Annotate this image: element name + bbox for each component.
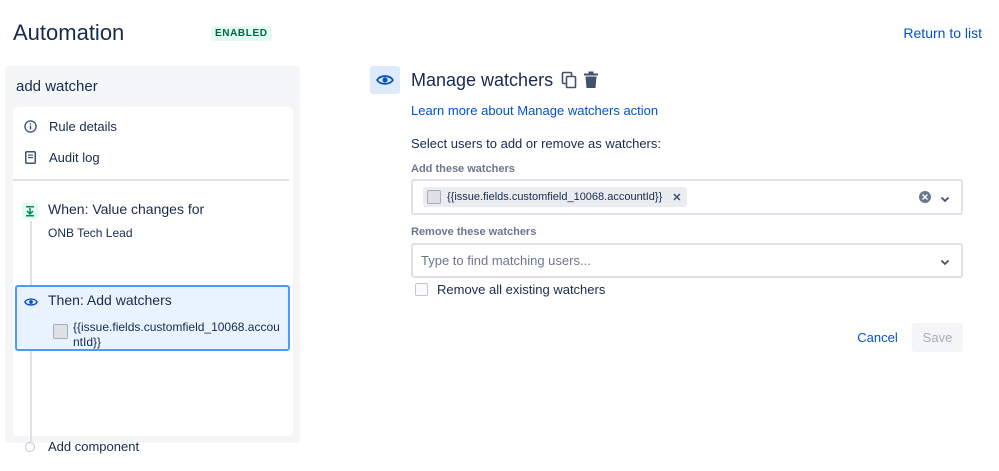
add-component-dot-icon xyxy=(25,442,35,452)
add-watchers-select[interactable]: {{issue.fields.customfield_10068.account… xyxy=(411,179,963,215)
add-watchers-label: Add these watchers xyxy=(411,163,515,175)
divider xyxy=(13,179,289,181)
status-badge: ENABLED xyxy=(211,26,272,41)
cancel-button[interactable]: Cancel xyxy=(849,323,906,352)
learn-more-link[interactable]: Learn more about Manage watchers action xyxy=(411,103,658,118)
nav-rule-details[interactable]: Rule details xyxy=(23,116,117,136)
nav-audit-log[interactable]: Audit log xyxy=(23,147,100,167)
remove-all-watchers-label: Remove all existing watchers xyxy=(437,282,606,297)
rule-components-card: Rule details Audit log When: Value chang… xyxy=(13,107,293,454)
user-avatar-icon xyxy=(53,324,68,339)
chip-remove-icon[interactable]: ✕ xyxy=(672,191,681,204)
trigger-title[interactable]: When: Value changes for xyxy=(48,201,204,217)
action-component-selected[interactable]: Then: Add watchers {{issue.fields.custom… xyxy=(15,285,290,351)
trigger-subtitle: ONB Tech Lead xyxy=(48,226,133,240)
copy-icon[interactable] xyxy=(561,71,577,89)
eye-icon xyxy=(370,66,400,94)
remove-watchers-input[interactable]: Type to find matching users... xyxy=(411,243,963,278)
action-field-value: {{issue.fields.customfield_10068.account… xyxy=(73,320,280,349)
save-button[interactable]: Save xyxy=(912,323,963,352)
return-to-list-link[interactable]: Return to list xyxy=(903,25,982,41)
remove-watchers-label: Remove these watchers xyxy=(411,226,537,238)
clear-icon[interactable] xyxy=(919,191,931,203)
chevron-down-icon[interactable] xyxy=(939,192,951,204)
watcher-chip-label: {{issue.fields.customfield_10068.account… xyxy=(447,191,663,203)
page-title: Automation xyxy=(13,20,125,45)
trigger-icon xyxy=(22,203,38,219)
remove-watchers-placeholder: Type to find matching users... xyxy=(421,253,591,268)
user-avatar-icon xyxy=(427,190,441,204)
editor-title: Manage watchers xyxy=(411,70,554,90)
action-title: Then: Add watchers xyxy=(48,292,172,308)
nav-rule-details-label: Rule details xyxy=(49,118,117,134)
instructions-text: Select users to add or remove as watcher… xyxy=(411,136,662,151)
chevron-down-icon[interactable] xyxy=(939,255,951,267)
add-component-button[interactable]: Add component xyxy=(48,439,139,454)
delete-icon[interactable] xyxy=(583,71,599,89)
nav-audit-log-label: Audit log xyxy=(49,149,100,165)
document-icon xyxy=(23,150,37,164)
connector-line xyxy=(30,221,32,285)
eye-icon xyxy=(24,295,38,309)
connector-line xyxy=(30,351,32,442)
watcher-chip: {{issue.fields.customfield_10068.account… xyxy=(423,187,688,207)
remove-all-watchers-checkbox[interactable]: Remove all existing watchers xyxy=(415,282,605,297)
rule-name: add watcher xyxy=(16,78,98,95)
rule-panel: add watcher Rule details Audit log When:… xyxy=(5,66,300,454)
checkbox-box[interactable] xyxy=(415,283,428,296)
info-icon xyxy=(23,119,37,133)
